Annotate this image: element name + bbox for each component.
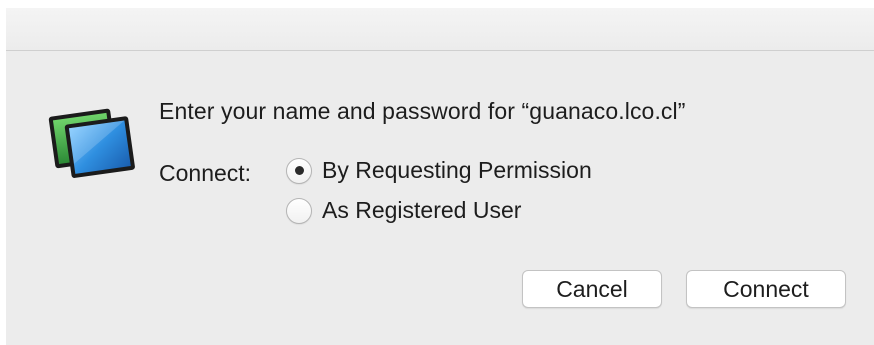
title-bar	[6, 8, 874, 51]
radio-label: As Registered User	[322, 197, 522, 223]
dialog-prompt: Enter your name and password for “guanac…	[159, 98, 686, 124]
screen-sharing-icon	[46, 100, 138, 182]
radio-button-unchecked[interactable]	[286, 197, 312, 224]
connect-dialog: Enter your name and password for “guanac…	[6, 8, 874, 345]
connect-button[interactable]: Connect	[686, 270, 846, 308]
radio-option-requesting-permission[interactable]: By Requesting Permission	[286, 157, 592, 184]
cancel-button[interactable]: Cancel	[522, 270, 662, 308]
radio-button-checked[interactable]	[286, 157, 312, 184]
radio-option-registered-user[interactable]: As Registered User	[286, 197, 521, 224]
radio-label: By Requesting Permission	[322, 157, 592, 183]
connect-label: Connect:	[159, 160, 252, 186]
